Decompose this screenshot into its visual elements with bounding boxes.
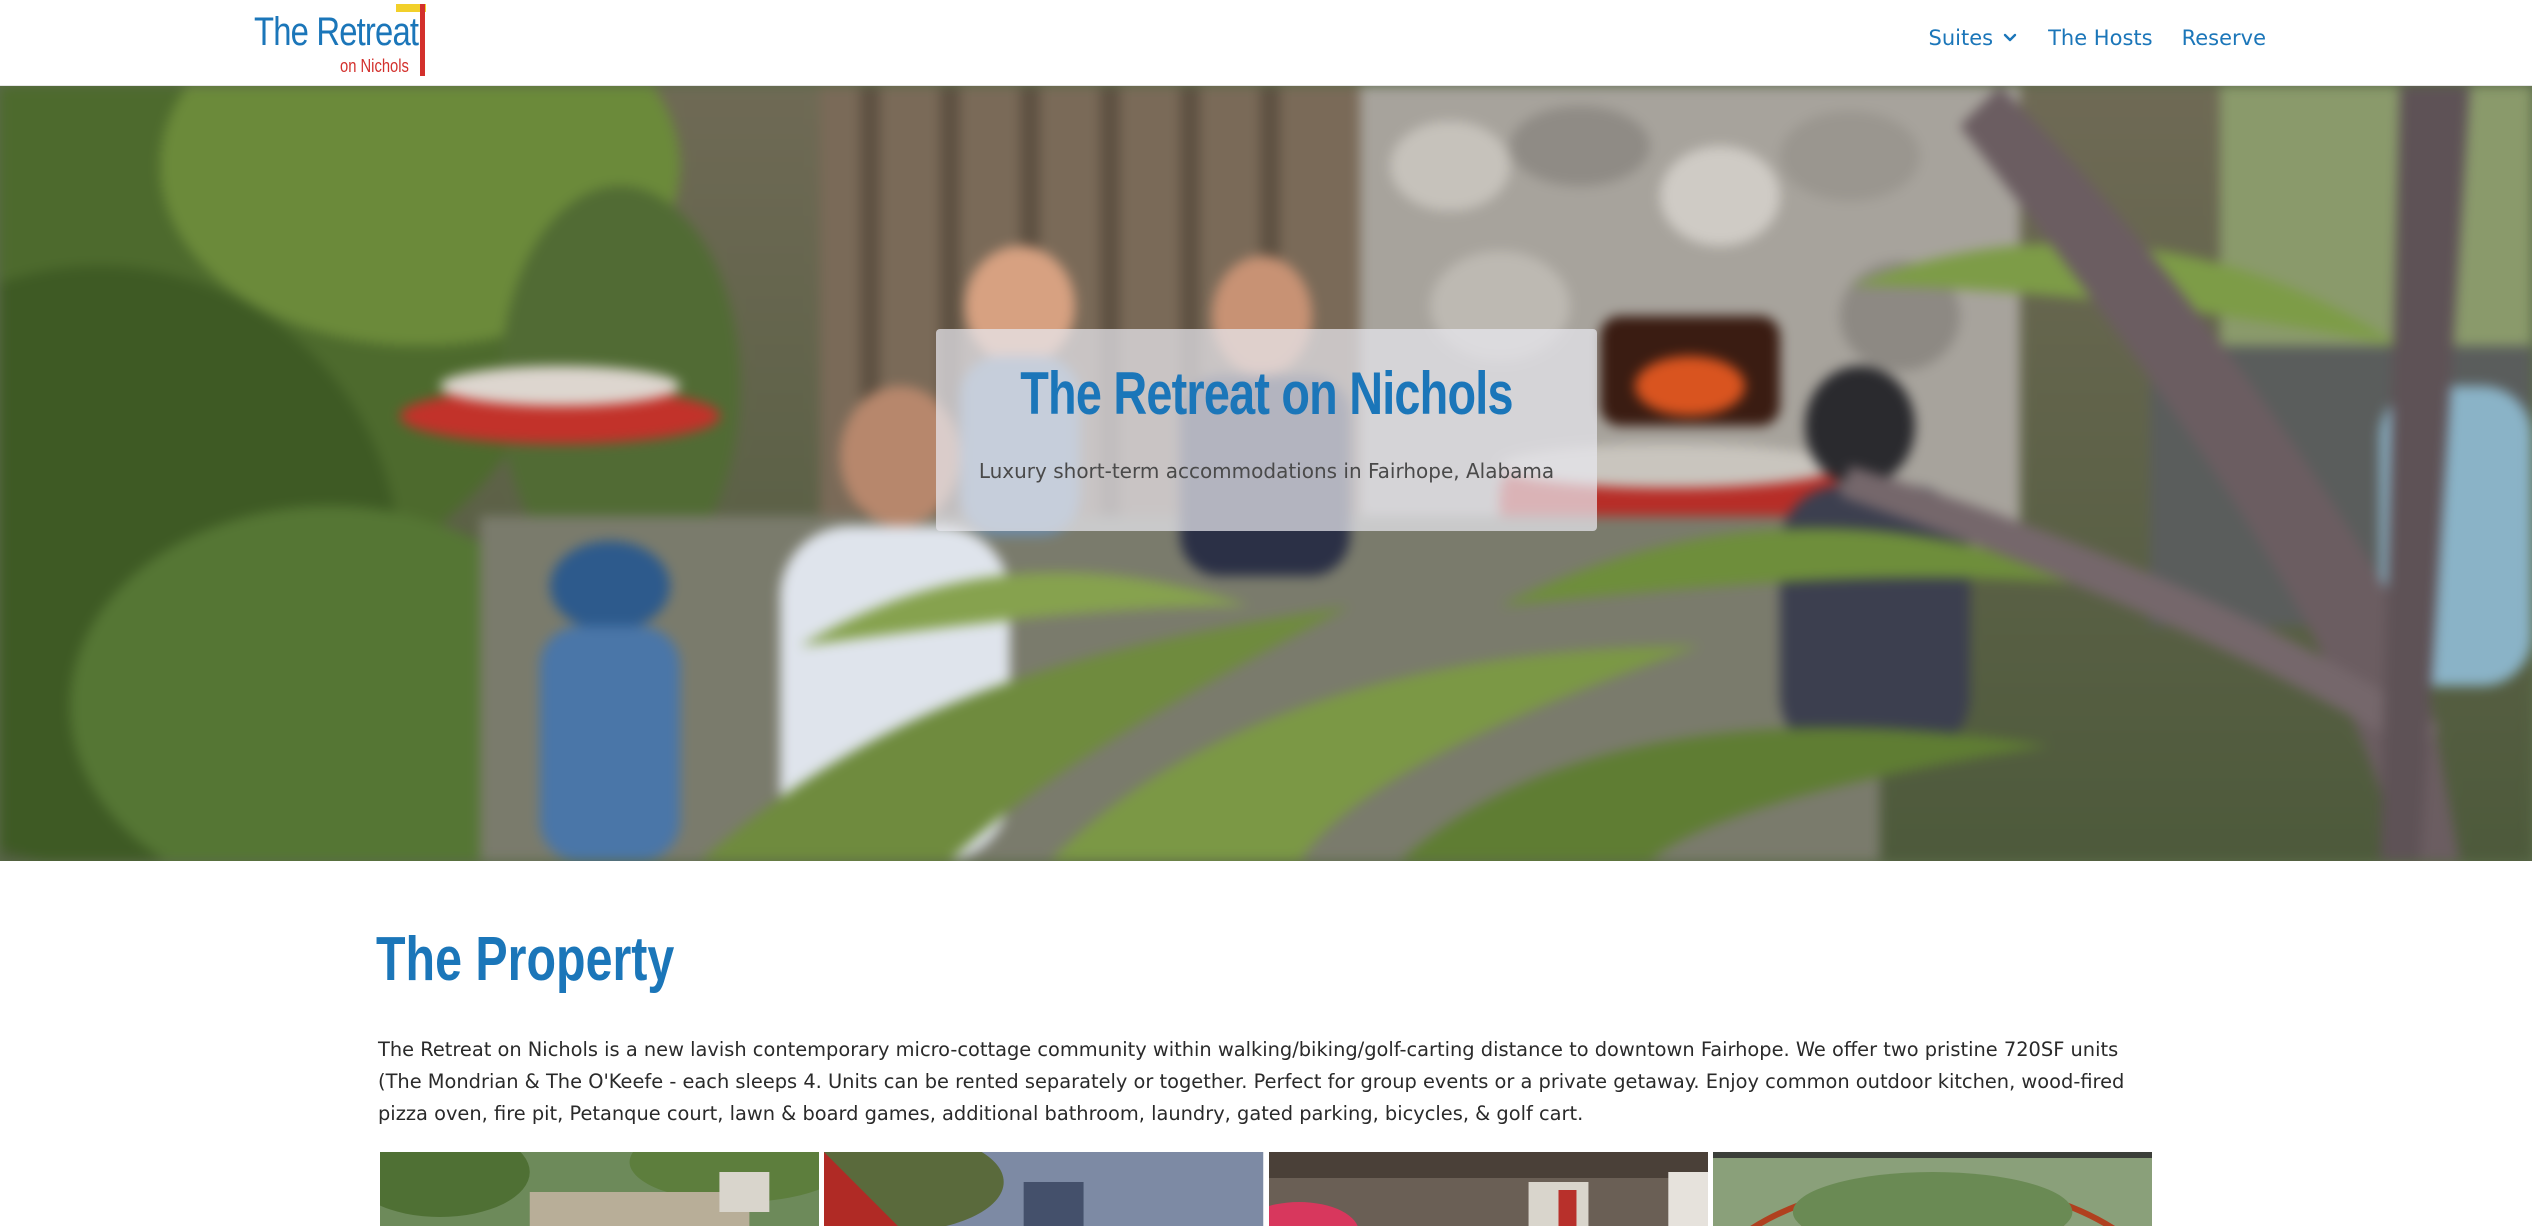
nav-item-the-hosts-label: The Hosts: [2048, 26, 2153, 50]
logo-main-text: The Retreat: [254, 10, 419, 54]
nav-item-reserve[interactable]: Reserve: [2182, 26, 2266, 50]
gallery-image[interactable]: [824, 1152, 1264, 1226]
hero-title: The Retreat on Nichols: [1020, 360, 1513, 427]
hero-subtitle: Luxury short-term accommodations in Fair…: [978, 459, 1555, 483]
property-heading: The Property: [376, 925, 675, 994]
property-description: The Retreat on Nichols is a new lavish c…: [378, 1038, 2125, 1125]
chevron-down-icon[interactable]: [2001, 29, 2019, 47]
hero-banner: The Retreat on Nichols Luxury short-term…: [0, 86, 2532, 861]
nav-item-suites[interactable]: Suites: [1929, 26, 2020, 50]
site-header: The Retreat on Nichols Suites The Hosts …: [0, 0, 2532, 86]
logo-red-accent: [420, 4, 425, 76]
gallery-image[interactable]: [1268, 1152, 1708, 1226]
nav-item-the-hosts[interactable]: The Hosts: [2048, 26, 2153, 50]
site-logo[interactable]: The Retreat on Nichols: [254, 4, 434, 78]
nav-item-reserve-label: Reserve: [2181, 26, 2266, 50]
main-nav: Suites The Hosts Reserve: [1929, 26, 2267, 50]
property-gallery: [380, 1152, 2152, 1226]
gallery-image[interactable]: [1712, 1152, 2152, 1226]
hero-card: The Retreat on Nichols Luxury short-term…: [936, 329, 1597, 531]
logo-sub-text: on Nichols: [340, 56, 409, 76]
nav-item-suites-label: Suites: [1928, 26, 1994, 50]
gallery-image[interactable]: [380, 1152, 820, 1226]
